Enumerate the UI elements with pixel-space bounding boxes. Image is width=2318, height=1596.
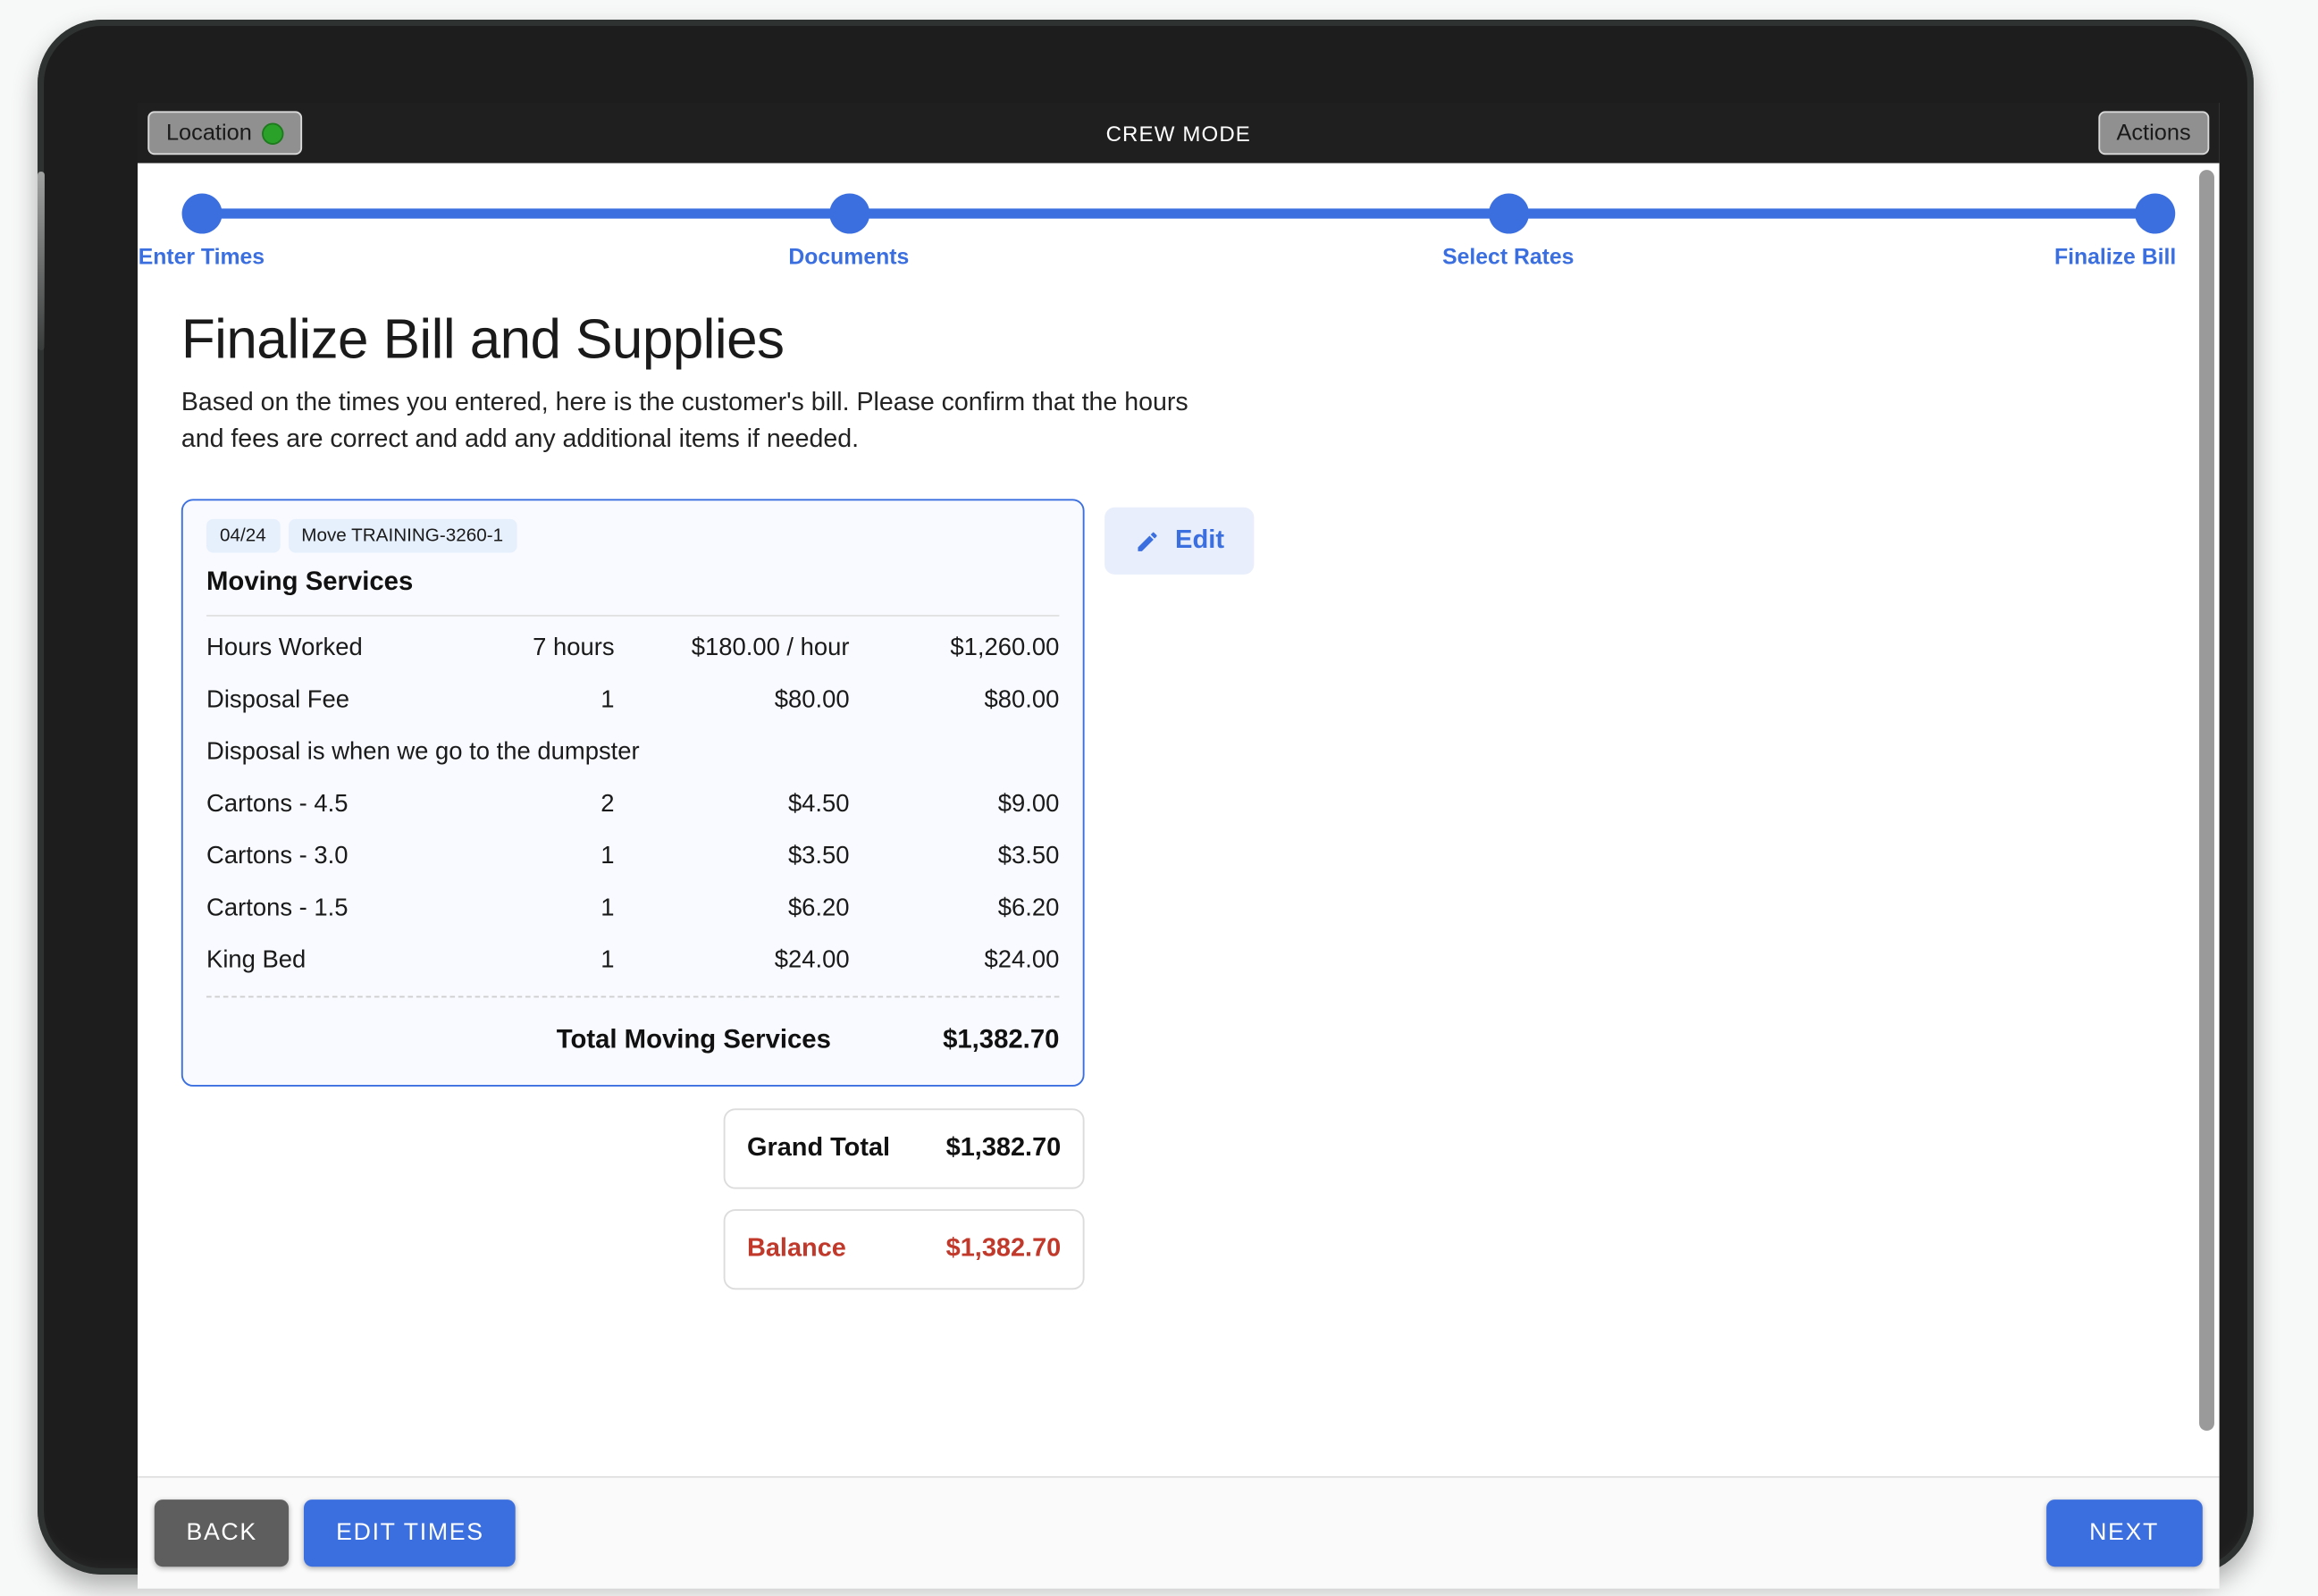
bill-card: 04/24 Move TRAINING-3260-1 Moving Servic… bbox=[181, 499, 1085, 1088]
balance-box: Balance $1,382.70 bbox=[723, 1209, 1085, 1290]
line-item-amount: $1,260.00 bbox=[950, 634, 1060, 662]
table-row[interactable]: Hours Worked 7 hours $180.00 / hour $1,2… bbox=[206, 622, 1059, 674]
page-subtitle: Based on the times you entered, here is … bbox=[181, 388, 1188, 454]
screenshot-stage: Location CREW MODE Actions Enter Times D… bbox=[0, 0, 2318, 1596]
edit-times-button[interactable]: EDIT TIMES bbox=[304, 1499, 517, 1567]
scrollable-content-area: Enter Times Documents Select Rates Final… bbox=[138, 163, 2220, 1476]
line-item-amount: $3.50 bbox=[997, 843, 1060, 870]
bill-section: 04/24 Move TRAINING-3260-1 Moving Servic… bbox=[181, 499, 2176, 1088]
line-item-description: Cartons - 4.5 bbox=[206, 791, 349, 819]
line-item-quantity: 7 hours bbox=[533, 634, 615, 662]
bill-section-title: Moving Services bbox=[206, 567, 414, 597]
badge-date: 04/24 bbox=[206, 519, 280, 553]
table-row[interactable]: Cartons - 1.5 1 $6.20 $6.20 bbox=[206, 882, 1059, 934]
line-item-quantity: 1 bbox=[600, 947, 615, 975]
page-mode-title: CREW MODE bbox=[1105, 120, 1251, 146]
line-item-description: Hours Worked bbox=[206, 634, 363, 662]
page-title: Finalize Bill and Supplies bbox=[181, 307, 785, 370]
line-item-note: Disposal is when we go to the dumpster bbox=[206, 739, 640, 767]
line-item-description: Cartons - 1.5 bbox=[206, 895, 349, 922]
bottom-action-bar: BACK EDIT TIMES NEXT bbox=[138, 1475, 2220, 1589]
grand-total-box: Grand Total $1,382.70 bbox=[723, 1108, 1085, 1189]
line-item-quantity: 1 bbox=[600, 843, 615, 870]
stepper-step-documents[interactable]: Documents bbox=[788, 193, 909, 269]
line-item-rate: $24.00 bbox=[774, 947, 850, 975]
line-item-amount: $80.00 bbox=[984, 686, 1060, 714]
location-button-label: Location bbox=[165, 120, 252, 146]
table-row[interactable]: Cartons - 3.0 1 $3.50 $3.50 bbox=[206, 830, 1059, 882]
bill-header-divider bbox=[206, 615, 1060, 617]
bill-badges: 04/24 Move TRAINING-3260-1 bbox=[206, 519, 1059, 553]
line-item-amount: $6.20 bbox=[997, 895, 1060, 922]
stepper-label: Documents bbox=[788, 243, 910, 269]
stepper-dot-icon bbox=[828, 193, 869, 234]
edit-button-label: Edit bbox=[1175, 525, 1225, 555]
line-item-note-row: Disposal is when we go to the dumpster bbox=[206, 726, 1059, 777]
line-item-rate: $3.50 bbox=[787, 843, 850, 870]
stepper-connector-line bbox=[201, 208, 2156, 219]
top-navigation-bar: Location CREW MODE Actions bbox=[138, 103, 2220, 164]
back-button[interactable]: BACK bbox=[154, 1499, 290, 1567]
stepper-step-finalize-bill[interactable]: Finalize Bill bbox=[2054, 193, 2216, 269]
line-item-rate: $80.00 bbox=[774, 686, 850, 714]
bill-total-label: Total Moving Services bbox=[556, 1026, 831, 1055]
scrollbar-thumb[interactable] bbox=[2199, 170, 2214, 1431]
stepper-dot-icon bbox=[1488, 193, 1529, 234]
line-item-description: King Bed bbox=[206, 947, 307, 975]
line-item-amount: $9.00 bbox=[997, 791, 1060, 819]
table-row[interactable]: Cartons - 4.5 2 $4.50 $9.00 bbox=[206, 777, 1059, 829]
stepper-step-enter-times[interactable]: Enter Times bbox=[139, 193, 265, 269]
pencil-icon bbox=[1135, 528, 1160, 553]
bill-total-value: $1,382.70 bbox=[943, 1026, 1060, 1055]
actions-button[interactable]: Actions bbox=[2097, 111, 2210, 155]
balance-value: $1,382.70 bbox=[945, 1234, 1062, 1264]
bezel-highlight bbox=[38, 172, 45, 350]
grand-total-value: $1,382.70 bbox=[945, 1133, 1062, 1163]
location-status-indicator-icon bbox=[262, 122, 284, 145]
line-item-rate: $4.50 bbox=[787, 791, 850, 819]
stepper-label: Finalize Bill bbox=[2053, 243, 2177, 269]
bill-total-row: Total Moving Services $1,382.70 bbox=[206, 997, 1060, 1071]
line-item-rate: $6.20 bbox=[787, 895, 850, 922]
stepper-dot-icon bbox=[2135, 193, 2176, 234]
stepper-dot-icon bbox=[181, 193, 222, 234]
location-button[interactable]: Location bbox=[147, 111, 303, 155]
next-button[interactable]: NEXT bbox=[2045, 1499, 2203, 1567]
line-items-table: Hours Worked 7 hours $180.00 / hour $1,2… bbox=[206, 622, 1059, 987]
tablet-screen: Location CREW MODE Actions Enter Times D… bbox=[138, 103, 2220, 1589]
line-item-description: Disposal Fee bbox=[206, 686, 350, 714]
stepper-step-select-rates[interactable]: Select Rates bbox=[1442, 193, 1574, 269]
table-row[interactable]: Disposal Fee 1 $80.00 $80.00 bbox=[206, 674, 1059, 726]
edit-button[interactable]: Edit bbox=[1104, 507, 1255, 575]
line-item-quantity: 1 bbox=[600, 895, 615, 922]
grand-total-label: Grand Total bbox=[746, 1133, 891, 1163]
stepper-label: Select Rates bbox=[1442, 243, 1575, 269]
line-item-rate: $180.00 / hour bbox=[691, 634, 850, 662]
table-row[interactable]: King Bed 1 $24.00 $24.00 bbox=[206, 934, 1059, 986]
content-inner: Enter Times Documents Select Rates Final… bbox=[138, 193, 2220, 1475]
line-item-quantity: 2 bbox=[600, 791, 615, 819]
badge-move-id: Move TRAINING-3260-1 bbox=[288, 519, 517, 553]
stepper-label: Enter Times bbox=[138, 243, 265, 269]
actions-button-label: Actions bbox=[2116, 120, 2191, 146]
line-item-description: Cartons - 3.0 bbox=[206, 843, 349, 870]
summary-section: Grand Total $1,382.70 Balance $1,382.70 bbox=[723, 1108, 1085, 1290]
scrollbar[interactable] bbox=[2199, 170, 2214, 1469]
balance-label: Balance bbox=[746, 1234, 846, 1264]
progress-stepper: Enter Times Documents Select Rates Final… bbox=[139, 193, 2176, 270]
line-item-amount: $24.00 bbox=[984, 947, 1060, 975]
line-item-quantity: 1 bbox=[600, 686, 615, 714]
